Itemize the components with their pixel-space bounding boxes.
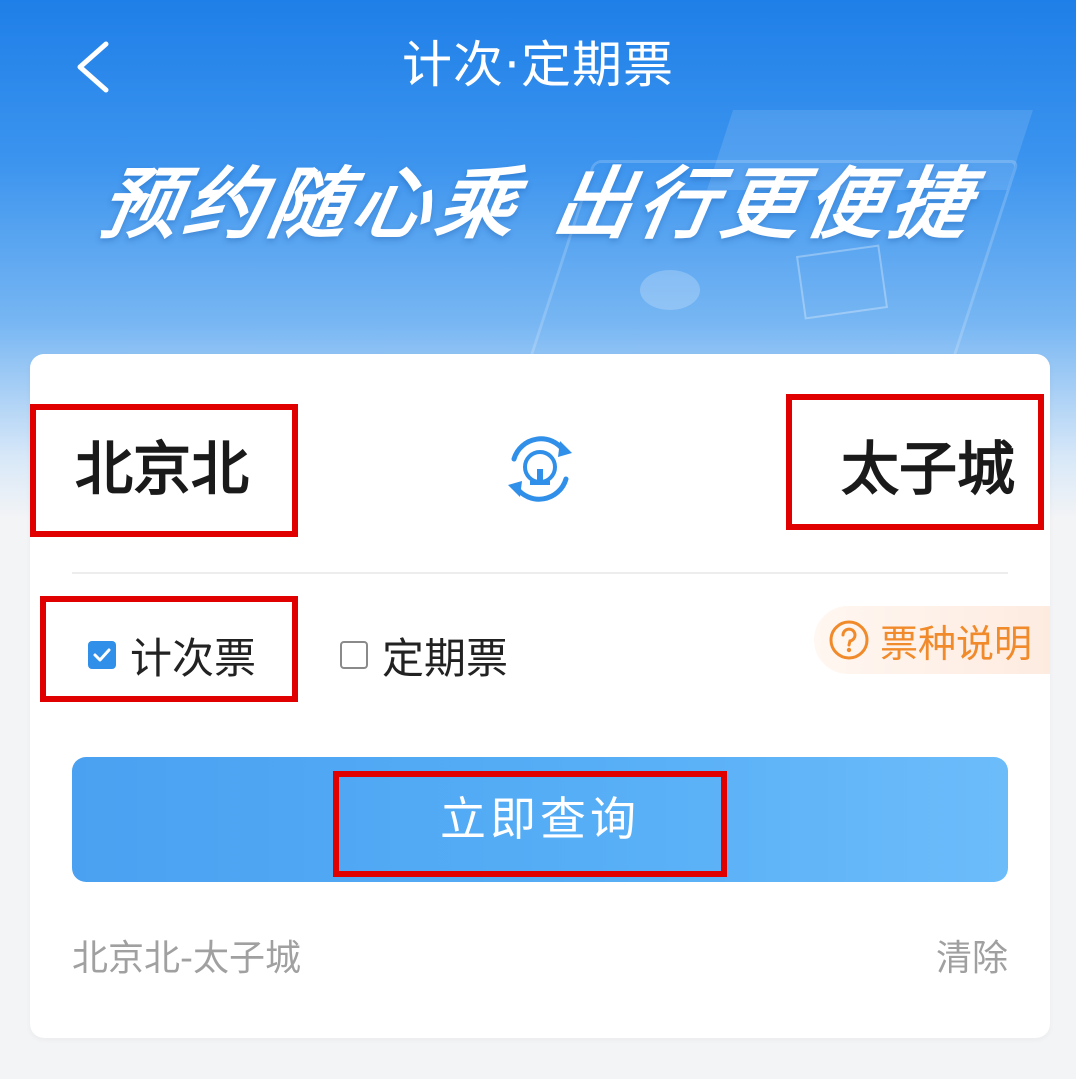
banner-slogan: 预约随心乘 出行更便捷	[93, 160, 983, 250]
page-title: 计次·定期票	[402, 36, 674, 94]
ticket-help-button[interactable]: 票种说明	[813, 606, 1050, 674]
banner-decoration	[795, 244, 889, 320]
banner-decoration	[640, 270, 700, 310]
checkbox-checked-icon[interactable]	[88, 641, 116, 669]
query-button[interactable]: 立即查询	[72, 757, 1008, 882]
history-item[interactable]: 北京北-太子城	[72, 934, 301, 984]
to-station[interactable]: 太子城	[841, 434, 1015, 504]
ticket-help-label: 票种说明	[879, 621, 1032, 666]
ticket-type-times[interactable]: 计次票	[88, 630, 256, 683]
clear-history-button[interactable]: 清除	[936, 934, 1008, 984]
ticket-type-period[interactable]: 定期票	[340, 630, 508, 683]
query-card: 北京北 太子城 计次票 定期票 票种说明 立即查询 北京北-太子城 清除	[30, 354, 1050, 1038]
from-station[interactable]: 北京北	[75, 434, 249, 504]
ticket-type-label: 定期票	[382, 633, 509, 683]
ticket-type-label: 计次票	[130, 633, 257, 683]
question-circle-icon	[828, 619, 870, 661]
divider	[72, 572, 1008, 574]
checkbox-unchecked-icon[interactable]	[340, 641, 368, 669]
swap-stations-icon[interactable]	[500, 429, 580, 509]
